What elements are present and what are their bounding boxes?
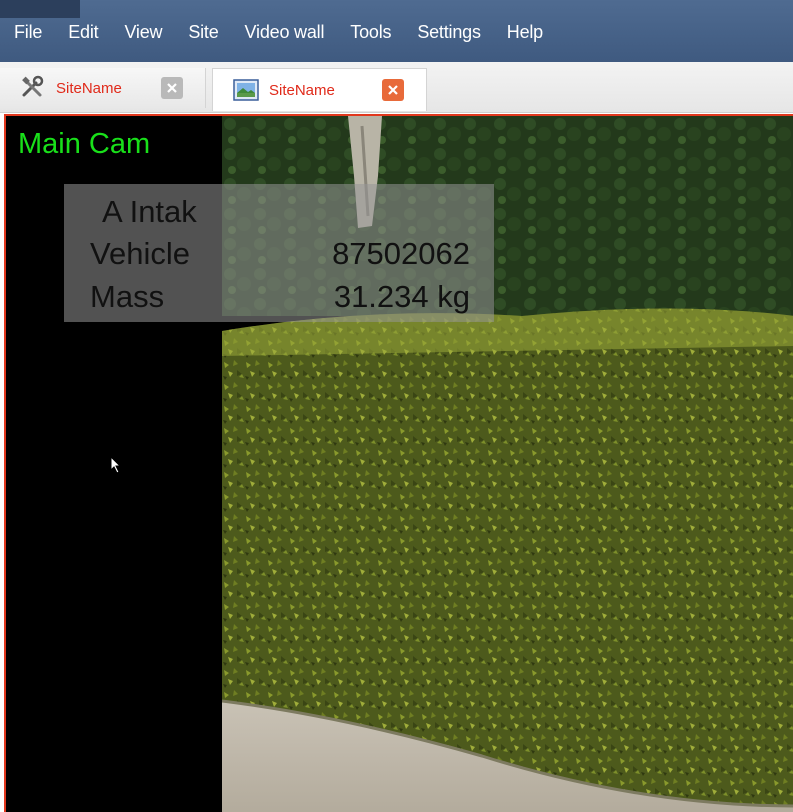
tools-icon (20, 75, 46, 101)
mass-label: Mass (90, 279, 165, 314)
vehicle-label: Vehicle (90, 236, 190, 271)
close-icon (167, 83, 177, 93)
menu-edit[interactable]: Edit (55, 12, 111, 52)
close-icon (388, 85, 398, 95)
close-tab-button[interactable] (382, 79, 404, 101)
camera-view-panel[interactable]: Main Cam A Intak Vehicle 87502062 Mass 3… (4, 114, 793, 812)
menu-site[interactable]: Site (175, 12, 231, 52)
overlay-title: A Intak (102, 194, 197, 229)
vehicle-info-overlay: A Intak Vehicle 87502062 Mass 31.234 kg (64, 184, 494, 322)
overlay-row-mass: Mass 31.234 kg (90, 279, 470, 315)
main-menu: File Edit View Site Video wall Tools Set… (4, 12, 556, 52)
menu-help[interactable]: Help (494, 12, 556, 52)
menu-video-wall[interactable]: Video wall (232, 12, 338, 52)
menu-bar: File Edit View Site Video wall Tools Set… (0, 0, 793, 62)
menu-file[interactable]: File (4, 12, 55, 52)
menu-view[interactable]: View (111, 12, 175, 52)
menu-tools[interactable]: Tools (337, 12, 404, 52)
tab-label: SiteName (56, 79, 122, 97)
tab-sitename-view[interactable]: SiteName (212, 68, 427, 111)
picture-icon (233, 77, 259, 103)
tab-label: SiteName (269, 81, 335, 99)
tab-sitename-config[interactable]: SiteName (0, 68, 206, 108)
overlay-row-vehicle: Vehicle 87502062 (90, 236, 470, 272)
camera-title: Main Cam (18, 128, 151, 160)
menu-settings[interactable]: Settings (404, 12, 493, 52)
close-tab-button[interactable] (161, 77, 183, 99)
tab-bar: SiteName SiteName (0, 62, 793, 113)
vehicle-value: 87502062 (332, 236, 470, 271)
mouse-cursor-icon (110, 455, 122, 479)
mass-value: 31.234 kg (333, 279, 470, 314)
